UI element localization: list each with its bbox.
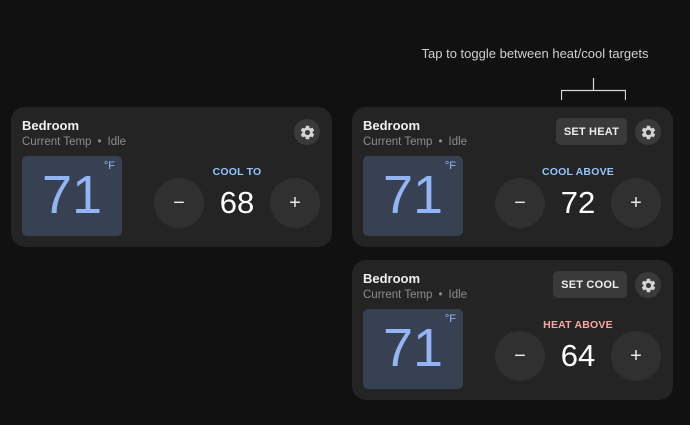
set-heat-button[interactable]: SET HEAT <box>555 118 627 145</box>
thermostat-card-1: Bedroom Current Temp • Idle °F 71 COOL TO … <box>11 107 332 247</box>
card-title: Bedroom <box>363 271 421 286</box>
settings-button[interactable] <box>635 119 661 145</box>
setpoint-value: 72 <box>560 185 596 220</box>
separator-dot: • <box>438 136 443 148</box>
separator-dot: • <box>97 136 102 148</box>
gear-icon <box>641 125 655 139</box>
thermostat-card-2: Bedroom Current Temp • Idle SET HEAT °F 71… <box>352 107 673 247</box>
card-subtitle: Current Temp • Idle <box>22 136 126 148</box>
settings-button[interactable] <box>635 272 661 298</box>
increase-button[interactable]: + <box>611 178 661 228</box>
increase-button[interactable]: + <box>611 331 661 381</box>
card-title: Bedroom <box>363 118 421 133</box>
setpoint-value: 64 <box>560 338 596 373</box>
current-temp-label: Current Temp <box>363 136 433 148</box>
current-temp-display: °F 71 <box>363 309 463 389</box>
decrease-button[interactable]: − <box>495 178 545 228</box>
thermostat-card-3: Bedroom Current Temp • Idle SET COOL °F 71… <box>352 260 673 400</box>
status-text: Idle <box>448 289 468 301</box>
decrease-button[interactable]: − <box>154 178 204 228</box>
gear-icon <box>300 125 314 139</box>
set-cool-button[interactable]: SET COOL <box>553 271 627 298</box>
decrease-button[interactable]: − <box>495 331 545 381</box>
current-temp-display: °F 71 <box>363 156 463 236</box>
current-temp-value: 71 <box>41 165 103 225</box>
mode-label: COOL TO <box>212 166 262 178</box>
status-text: Idle <box>107 136 127 148</box>
card-title: Bedroom <box>22 118 80 133</box>
current-temp-label: Current Temp <box>22 136 92 148</box>
separator-dot: • <box>438 289 443 301</box>
setpoint-value: 68 <box>219 185 255 220</box>
card-subtitle: Current Temp • Idle <box>363 136 467 148</box>
annotation-bracket <box>561 78 626 100</box>
current-temp-label: Current Temp <box>363 289 433 301</box>
card-subtitle: Current Temp • Idle <box>363 289 467 301</box>
current-temp-value: 71 <box>382 165 444 225</box>
status-text: Idle <box>448 136 468 148</box>
mode-label: HEAT ABOVE <box>543 319 613 331</box>
current-temp-display: °F 71 <box>22 156 122 236</box>
toggle-annotation: Tap to toggle between heat/cool targets <box>421 46 649 61</box>
current-temp-value: 71 <box>382 318 444 378</box>
increase-button[interactable]: + <box>270 178 320 228</box>
gear-icon <box>641 278 655 292</box>
mode-label: COOL ABOVE <box>541 166 614 178</box>
settings-button[interactable] <box>294 119 320 145</box>
thermostat-page: Tap to toggle between heat/cool targets … <box>0 0 690 425</box>
